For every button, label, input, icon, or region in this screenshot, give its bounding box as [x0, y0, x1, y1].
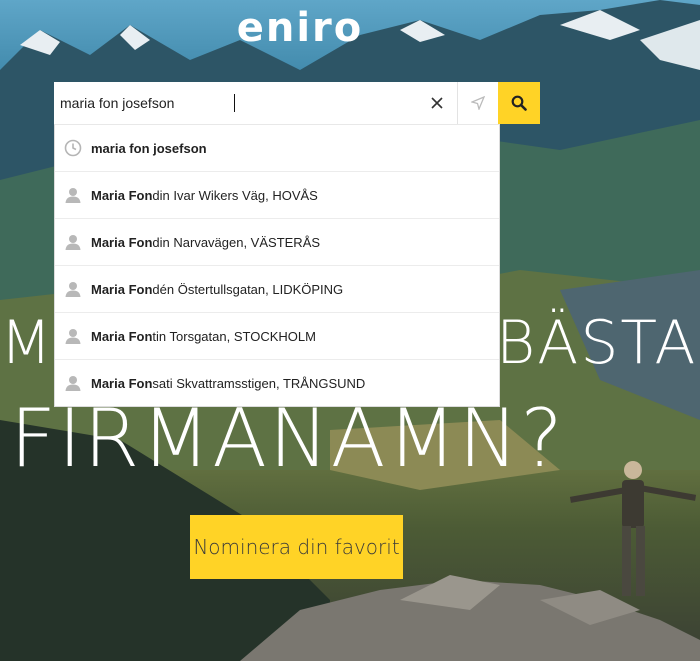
suggestion-item[interactable]: Maria Fontin Torsgatan, STOCKHOLM	[55, 312, 499, 359]
suggestion-item[interactable]: maria fon josefson	[55, 125, 499, 171]
location-arrow-icon	[471, 96, 485, 110]
hero-line1-right: BÄSTA	[496, 308, 698, 378]
hero-line1-left: M	[0, 308, 54, 378]
clear-button[interactable]	[417, 82, 457, 124]
suggestion-match: maria fon josefson	[91, 140, 207, 156]
suggestion-match: Maria Fon	[91, 328, 153, 344]
suggestion-match: Maria Fon	[91, 187, 153, 203]
suggestion-item[interactable]: Maria Fondin Ivar Wikers Väg, HOVÅS	[55, 171, 499, 218]
suggestion-rest: din Ivar Wikers Väg, HOVÅS	[152, 187, 318, 203]
eniro-logo[interactable]: eniro	[230, 6, 370, 50]
search-button[interactable]	[498, 82, 540, 124]
person-icon	[55, 233, 91, 251]
suggestion-match: Maria Fon	[91, 234, 153, 250]
person-icon	[55, 374, 91, 392]
suggestion-rest: sati Skvattramsstigen, TRÅNGSUND	[152, 375, 366, 391]
suggestion-match: Maria Fon	[91, 375, 153, 391]
search-icon	[511, 95, 527, 111]
nominate-button[interactable]: Nominera din favorit	[190, 515, 403, 579]
text-caret	[234, 94, 235, 112]
suggestion-item[interactable]: Maria Fondén Östertullsgatan, LIDKÖPING	[55, 265, 499, 312]
suggestion-rest: din Narvavägen, VÄSTERÅS	[152, 234, 321, 250]
search-input[interactable]	[54, 82, 417, 124]
suggestion-match: Maria Fon	[91, 281, 153, 297]
person-icon	[55, 186, 91, 204]
suggestion-rest: tin Torsgatan, STOCKHOLM	[152, 328, 316, 344]
person-icon	[55, 327, 91, 345]
person-icon	[55, 280, 91, 298]
close-icon	[431, 97, 443, 109]
clock-icon	[55, 139, 91, 157]
search-bar	[54, 82, 540, 124]
suggestion-rest: dén Östertullsgatan, LIDKÖPING	[152, 281, 344, 297]
suggestion-item[interactable]: Maria Fonsati Skvattramsstigen, TRÅNGSUN…	[55, 359, 499, 406]
suggestion-item[interactable]: Maria Fondin Narvavägen, VÄSTERÅS	[55, 218, 499, 265]
suggestion-dropdown: maria fon josefson Maria Fondin Ivar Wik…	[54, 124, 500, 407]
location-button[interactable]	[457, 82, 498, 124]
standing-person	[569, 461, 697, 596]
